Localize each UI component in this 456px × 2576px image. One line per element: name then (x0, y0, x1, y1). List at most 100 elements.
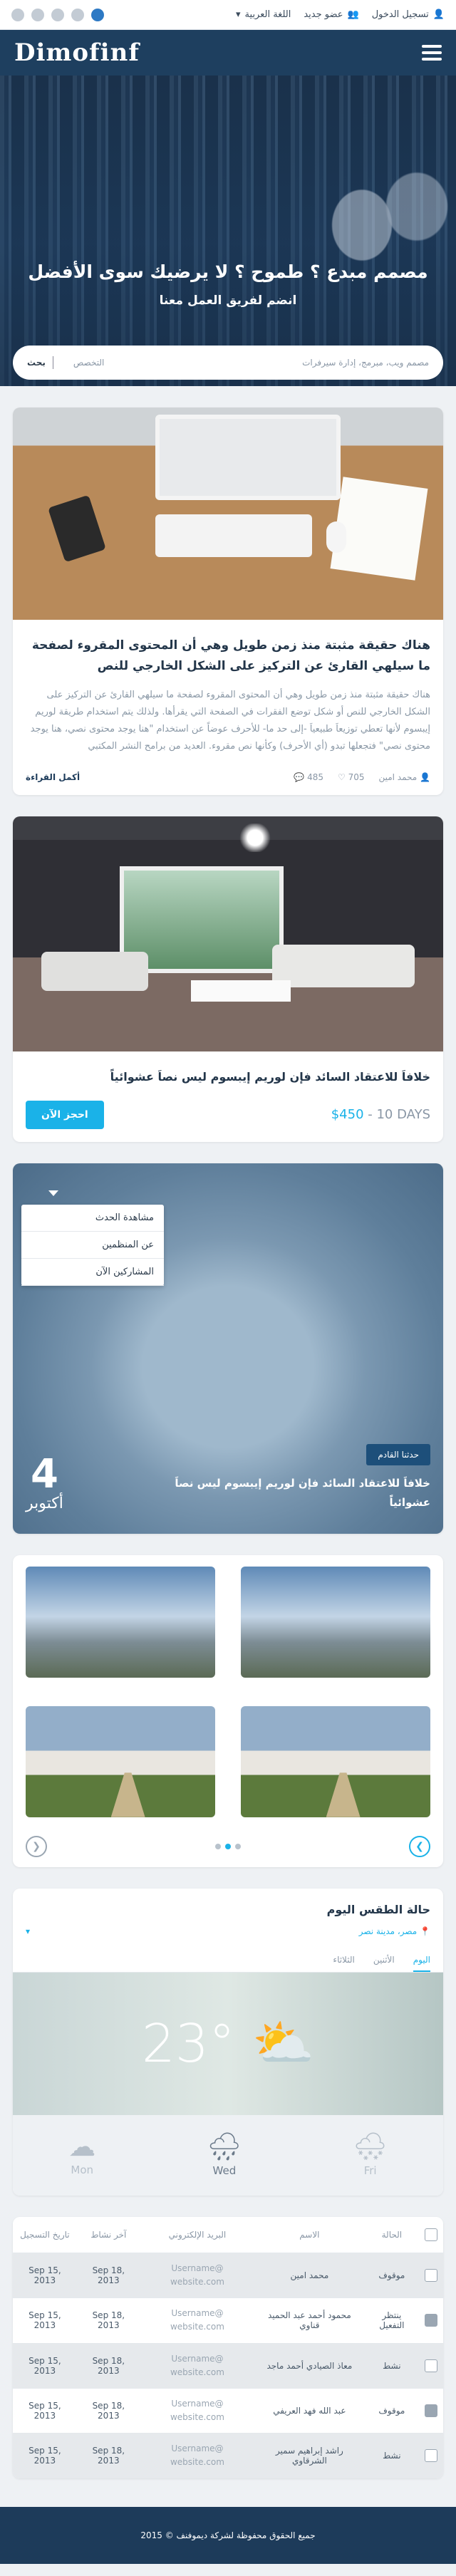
read-more-link[interactable]: أكمل القراءة (26, 772, 80, 782)
likes-count[interactable]: 705 ♡ (338, 772, 365, 782)
select-all-checkbox[interactable] (419, 2216, 443, 2253)
table-row[interactable]: موقوف عبد الله فهد العريفي Username@ web… (13, 2387, 443, 2434)
specialty-select[interactable]: التخصص (73, 358, 104, 368)
row-checkbox[interactable] (425, 2404, 437, 2418)
hero-banner: Dimofinf مصمم مبدع ؟ طموح ؟ لا يرضيك سوى… (0, 30, 456, 386)
offer-card: خلافاَ للاعتقاد السائد فإن لوريم إيبسوم … (13, 816, 443, 1142)
gallery-image[interactable] (26, 1705, 215, 1817)
forecast-day[interactable]: 🌨 Fri (353, 2131, 388, 2177)
article-excerpt: هناك حقيقة مثبتة منذ زمن طويل وهي أن الم… (30, 689, 430, 752)
copyright-text: جميع الحقوق محفوظة لشركة ديموفنف © 2015 (140, 2530, 316, 2540)
rain-cloud-icon: 🌧 (207, 2130, 242, 2162)
row-checkbox[interactable] (425, 2359, 437, 2372)
gallery-dot-active (225, 1843, 231, 1849)
language-select[interactable]: اللغة العربية ▾ (236, 9, 291, 20)
user-icon: 👤 (420, 772, 430, 782)
temperature: 23° (141, 2012, 235, 2074)
table-row[interactable]: نشط راشد إبراهيم سمير الشرقاوي Username@… (13, 2433, 443, 2478)
book-now-button[interactable]: احجز الآن (26, 1100, 104, 1129)
user-icon: 👤 (432, 9, 445, 20)
next-arrow-icon[interactable]: ❯ (409, 1835, 430, 1857)
top-links: 👤 تسجيل الدخول 👥 عضو جديد اللغة العربية ▾ (236, 9, 445, 20)
weather-card: حالة الطقس اليوم 📍 مصر، مدينة نصر ▾ اليو… (13, 1888, 443, 2196)
logo[interactable]: Dimofinf (14, 38, 140, 67)
event-badge: حدثنا القادم (366, 1443, 430, 1465)
chevron-down-icon: ▾ (26, 1926, 31, 1936)
cloud-icon: ☁ (68, 2130, 96, 2162)
row-checkbox[interactable] (425, 2314, 437, 2327)
article-image (13, 407, 443, 620)
column-header[interactable]: البريد الإلكتروني (140, 2216, 255, 2253)
table-row[interactable]: ينتظر التفعيل محمود أحمد عبد الحميد قناو… (13, 2297, 443, 2344)
slider-dots (0, 370, 456, 375)
dropdown-caret-icon[interactable] (48, 1190, 58, 1196)
map-pin-icon: 📍 (420, 1926, 430, 1936)
tab-tuesday[interactable]: الثلاثاء (333, 1949, 354, 1972)
offer-title[interactable]: خلافاَ للاعتقاد السائد فإن لوريم إيبسوم … (26, 1067, 430, 1088)
instagram-icon[interactable] (31, 8, 44, 21)
twitter-icon[interactable] (71, 8, 84, 21)
event-menu: مشاهدة الحدث عن المنظمين المشاركين الآن (21, 1204, 164, 1286)
column-header[interactable]: تاريخ التسجيل (13, 2216, 77, 2253)
weather-current: 23° ⛅ (13, 1972, 443, 2115)
chevron-down-icon: ▾ (236, 9, 241, 20)
gallery-image[interactable] (241, 1705, 430, 1817)
gallery-image[interactable] (241, 1566, 430, 1678)
snow-cloud-icon: 🌨 (353, 2130, 388, 2162)
event-card: مشاهدة الحدث عن المنظمين المشاركين الآن … (13, 1163, 443, 1534)
author[interactable]: 👤 محمد امين (378, 772, 430, 782)
menu-item-participants[interactable]: المشاركين الآن (21, 1259, 164, 1286)
dribbble-icon[interactable] (51, 8, 64, 21)
hero-title: مصمم مبدع ؟ طموح ؟ لا يرضيك سوى الأفضل (28, 261, 428, 282)
weather-title: حالة الطقس اليوم (326, 1902, 430, 1916)
slider-dot[interactable] (186, 370, 207, 375)
sun-cloud-icon: ⛅ (252, 2014, 315, 2073)
slider-dot-active[interactable] (217, 370, 239, 375)
event-title[interactable]: خلافاَ للاعتقاد السائد فإن لوريم إيبسوم … (131, 1474, 430, 1512)
menu-icon[interactable] (422, 45, 442, 61)
tab-monday[interactable]: الأثنين (373, 1949, 395, 1972)
search-input[interactable]: مصمم ويب، مبرمج، إدارة سيرفرات (104, 358, 429, 368)
top-bar: 👤 تسجيل الدخول 👥 عضو جديد اللغة العربية ▾ (0, 0, 456, 30)
register-link[interactable]: 👥 عضو جديد (304, 9, 358, 20)
social-links (11, 8, 104, 21)
menu-item-view-event[interactable]: مشاهدة الحدث (21, 1205, 164, 1232)
footer: جميع الحقوق محفوظة لشركة ديموفنف © 2015 (0, 2506, 456, 2564)
navbar: Dimofinf (0, 30, 456, 76)
event-image: مشاهدة الحدث عن المنظمين المشاركين الآن … (13, 1163, 443, 1534)
weather-forecast: ☁ Mon 🌧 Wed 🌨 Fri (13, 2114, 443, 2196)
row-checkbox[interactable] (425, 2268, 437, 2282)
comment-icon: 💬 (294, 772, 305, 782)
hero-image (299, 151, 456, 336)
heart-icon: ♡ (337, 772, 346, 782)
tab-today[interactable]: اليوم (413, 1949, 430, 1972)
facebook-icon[interactable] (91, 8, 104, 21)
slider-dot[interactable] (249, 370, 270, 375)
users-table-card: الحالة الاسم البريد الإلكتروني آخر نشاط … (13, 2216, 443, 2478)
location-select[interactable]: 📍 مصر، مدينة نصر ▾ (26, 1926, 430, 1936)
column-header[interactable]: الحالة (364, 2216, 419, 2253)
forecast-day[interactable]: 🌧 Wed (207, 2131, 242, 2177)
article-meta: 👤 محمد امين 705 ♡ 485 💬 أكمل القراءة (26, 772, 430, 782)
forecast-day[interactable]: ☁ Mon (68, 2131, 95, 2177)
search-button[interactable]: بحث (27, 358, 46, 368)
prev-arrow-icon[interactable]: ❮ (26, 1835, 47, 1857)
row-checkbox[interactable] (425, 2449, 437, 2463)
gallery-image[interactable] (26, 1566, 215, 1678)
gallery-dots (215, 1843, 241, 1849)
article-title[interactable]: هناك حقيقة مثبتة منذ زمن طويل وهي أن الم… (26, 635, 430, 677)
column-header[interactable]: آخر نشاط (76, 2216, 140, 2253)
weather-tabs: اليوم الأثنين الثلاثاء (13, 1949, 443, 1973)
comments-count[interactable]: 485 💬 (294, 772, 323, 782)
google-plus-icon[interactable] (11, 8, 24, 21)
menu-item-organizers[interactable]: عن المنظمين (21, 1232, 164, 1259)
offer-price: $450 - 10 DAYS (331, 1107, 430, 1123)
table-row[interactable]: موقوف محمد امين Username@ website.com Se… (13, 2252, 443, 2298)
login-link[interactable]: 👤 تسجيل الدخول (372, 9, 445, 20)
offer-image (13, 816, 443, 1051)
table-row[interactable]: نشط معاذ الصيادي أحمد ماجد Username@ web… (13, 2342, 443, 2389)
column-header[interactable]: الاسم (254, 2216, 365, 2253)
gallery-dot (235, 1843, 241, 1849)
article-card: هناك حقيقة مثبتة منذ زمن طويل وهي أن الم… (13, 407, 443, 795)
users-table: الحالة الاسم البريد الإلكتروني آخر نشاط … (13, 2216, 443, 2478)
